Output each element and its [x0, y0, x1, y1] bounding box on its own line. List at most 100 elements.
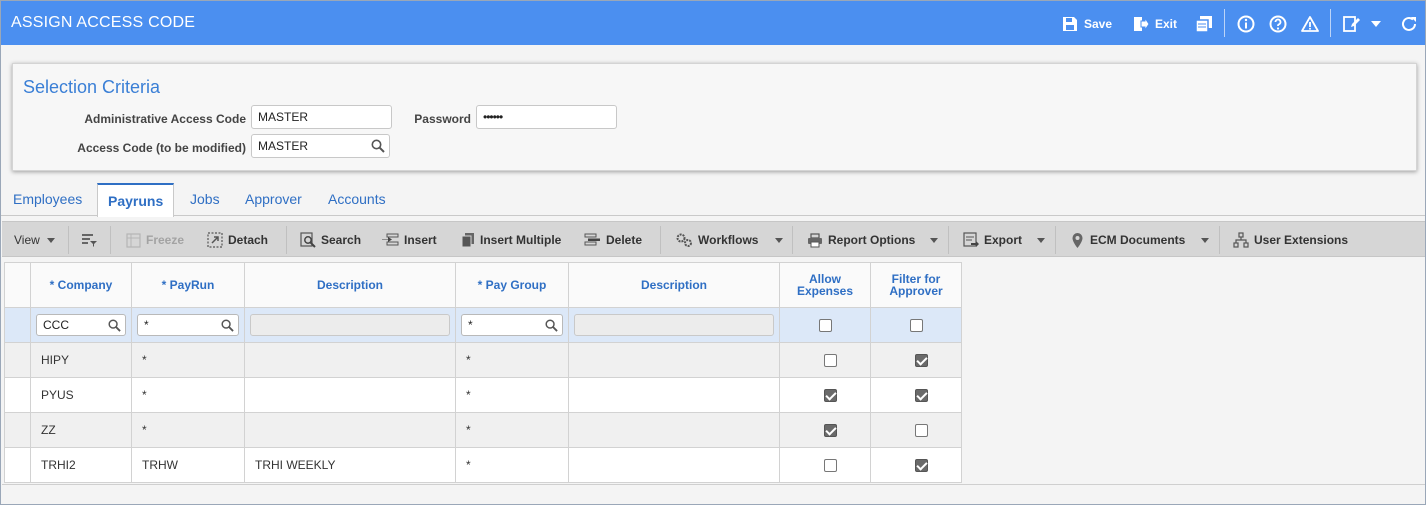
cell-pay-group[interactable]: * — [455, 412, 569, 448]
search-icon[interactable] — [221, 319, 234, 332]
search-icon[interactable] — [545, 319, 558, 332]
table-row[interactable]: HIPY * * — [4, 342, 962, 378]
search-icon[interactable] — [108, 319, 121, 332]
filter-approver-checkbox[interactable] — [914, 389, 928, 403]
filter-pay-group-description-input[interactable] — [574, 314, 774, 336]
view-dropdown-caret[interactable] — [47, 238, 55, 243]
refresh-button[interactable] — [1400, 14, 1418, 34]
row-selector[interactable] — [4, 342, 31, 378]
row-selector[interactable] — [4, 377, 31, 413]
toolbar-divider — [1219, 226, 1220, 254]
password-field[interactable]: •••••• — [476, 105, 617, 129]
filter-allow-expenses-checkbox[interactable] — [818, 319, 832, 333]
column-header-payrun[interactable]: * PayRun — [131, 262, 245, 308]
export-button[interactable]: Export — [963, 232, 1022, 248]
cell-company[interactable]: TRHI2 — [30, 447, 132, 483]
workflows-button[interactable]: Workflows — [675, 232, 758, 248]
filter-approver-checkbox[interactable] — [914, 459, 928, 473]
cell-payrun[interactable]: * — [131, 377, 245, 413]
column-header-description[interactable]: Description — [244, 262, 456, 308]
cell-company[interactable]: ZZ — [30, 412, 132, 448]
cell-description[interactable] — [244, 342, 456, 378]
column-header-company[interactable]: * Company — [30, 262, 132, 308]
workflows-label: Workflows — [698, 233, 759, 247]
column-header-pay-group-description[interactable]: Description — [568, 262, 780, 308]
toolbar-divider — [286, 226, 287, 254]
payruns-grid-area: * Company * PayRun Description * Pay Gro… — [2, 257, 1425, 485]
cell-allow-expenses — [779, 342, 871, 378]
allow-expenses-checkbox[interactable] — [823, 354, 837, 368]
ecm-documents-button[interactable]: ECM Documents — [1070, 232, 1185, 248]
cell-payrun[interactable]: * — [131, 412, 245, 448]
tab-accounts[interactable]: Accounts — [328, 191, 386, 207]
workflows-dropdown-caret[interactable] — [775, 238, 783, 243]
exit-button[interactable]: Exit — [1133, 14, 1177, 34]
report-options-button[interactable]: Report Options — [807, 232, 915, 248]
cell-pay-group-description[interactable] — [568, 412, 780, 448]
detach-button[interactable]: Detach — [207, 232, 268, 248]
cell-pay-group-description[interactable] — [568, 447, 780, 483]
tab-employees[interactable]: Employees — [13, 191, 82, 207]
user-extensions-button[interactable]: User Extensions — [1233, 232, 1348, 248]
cell-description[interactable]: TRHI WEEKLY — [244, 447, 456, 483]
selection-criteria-heading: Selection Criteria — [23, 77, 161, 97]
cell-description[interactable] — [244, 377, 456, 413]
copy-window-button[interactable] — [1195, 14, 1213, 34]
toolbar-divider — [792, 226, 793, 254]
cell-allow-expenses — [779, 412, 871, 448]
insert-button[interactable]: Insert — [382, 232, 437, 248]
help-button[interactable] — [1269, 14, 1287, 34]
freeze-button[interactable]: Freeze — [126, 232, 184, 248]
cell-company[interactable]: PYUS — [30, 377, 132, 413]
warning-button[interactable] — [1301, 14, 1319, 34]
save-button[interactable]: Save — [1062, 14, 1112, 34]
cell-pay-group[interactable]: * — [455, 447, 569, 483]
allow-expenses-checkbox[interactable] — [823, 459, 837, 473]
table-row[interactable]: PYUS * * — [4, 377, 962, 413]
insert-multiple-button[interactable]: Insert Multiple — [461, 232, 561, 248]
edit-menu-button[interactable] — [1343, 14, 1381, 34]
allow-expenses-checkbox[interactable] — [823, 424, 837, 438]
delete-button[interactable]: Delete — [584, 232, 642, 248]
cell-payrun[interactable]: TRHW — [131, 447, 245, 483]
filter-filter-approver-checkbox[interactable] — [909, 319, 923, 333]
tab-approver[interactable]: Approver — [245, 191, 302, 207]
filter-company-input[interactable]: CCC — [36, 314, 126, 336]
admin-access-code-field[interactable]: MASTER — [251, 105, 392, 129]
filter-payrun-input[interactable]: * — [137, 314, 239, 336]
selection-criteria-panel: Selection Criteria Administrative Access… — [12, 63, 1417, 171]
filter-description-input[interactable] — [250, 314, 450, 336]
search-icon[interactable] — [371, 139, 385, 153]
cell-pay-group-description[interactable] — [568, 377, 780, 413]
filter-button[interactable] — [81, 232, 97, 248]
row-selector[interactable] — [4, 412, 31, 448]
info-icon — [1237, 15, 1255, 33]
filter-approver-checkbox[interactable] — [914, 354, 928, 368]
cell-pay-group[interactable]: * — [455, 377, 569, 413]
cell-payrun[interactable]: * — [131, 342, 245, 378]
cell-pay-group-description[interactable] — [568, 342, 780, 378]
table-row[interactable]: TRHI2 TRHW TRHI WEEKLY * — [4, 447, 962, 483]
filter-approver-checkbox[interactable] — [914, 424, 928, 438]
row-selector[interactable] — [4, 447, 31, 483]
view-menu-button[interactable]: View — [14, 232, 40, 248]
cell-company[interactable]: HIPY — [30, 342, 132, 378]
export-dropdown-caret[interactable] — [1037, 238, 1045, 243]
filter-pay-group-input[interactable]: * — [461, 314, 563, 336]
tab-jobs[interactable]: Jobs — [190, 191, 220, 207]
table-row[interactable]: ZZ * * — [4, 412, 962, 448]
search-button[interactable]: Search — [300, 232, 361, 248]
access-code-field[interactable]: MASTER — [251, 134, 390, 158]
allow-expenses-checkbox[interactable] — [823, 389, 837, 403]
column-header-pay-group[interactable]: * Pay Group — [455, 262, 569, 308]
tab-payruns[interactable]: Payruns — [97, 183, 175, 217]
cell-description[interactable] — [244, 412, 456, 448]
info-button[interactable] — [1237, 14, 1255, 34]
report-options-dropdown-caret[interactable] — [930, 238, 938, 243]
column-header-filter-for-approver[interactable]: Filter for Approver — [870, 262, 962, 308]
cell-pay-group[interactable]: * — [455, 342, 569, 378]
ecm-documents-dropdown-caret[interactable] — [1201, 238, 1209, 243]
save-label: Save — [1084, 17, 1113, 31]
row-selector[interactable] — [4, 307, 31, 343]
column-header-allow-expenses[interactable]: Allow Expenses — [779, 262, 871, 308]
